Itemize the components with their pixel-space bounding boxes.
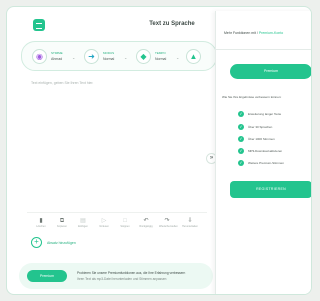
premium-banner-subtitle: Ihren Text als mp3-Datei herunterladen u…	[77, 277, 167, 281]
stop-button[interactable]: □ Stoppen	[117, 217, 133, 233]
speed-icon: ◆	[136, 49, 151, 64]
check-icon: ✓	[238, 148, 244, 154]
editor-toolbar: ▮ Löschen ⧉ Kopieren ▤ Einfügen ▷ Vorles…	[27, 212, 207, 232]
check-icon: ✓	[238, 136, 244, 142]
chevron-down-icon: ⌄	[72, 55, 76, 60]
redo-button[interactable]: ↷ Wiederherstellen	[159, 217, 178, 233]
check-icon: ✓	[238, 124, 244, 130]
play-button[interactable]: ▷ Vorlesen	[96, 217, 112, 233]
tts-card: Text zu Sprache ◉ STIMME Ahmad ⌄ ➜ MODUS…	[6, 6, 312, 295]
chevron-down-icon: ⌄	[124, 55, 128, 60]
delete-button[interactable]: ▮ Löschen	[33, 217, 49, 233]
voice-label: STIMME	[51, 51, 63, 55]
editor-placeholder[interactable]: Text einfügen, geben Sie Ihren Text hier…	[31, 81, 93, 85]
speed-label: TEMPO	[155, 51, 166, 55]
check-icon: ✓	[238, 160, 244, 166]
check-icon: ✓	[238, 111, 244, 117]
premium-banner: Premium Probieren Sie unsere Premiumfunk…	[19, 263, 213, 289]
divider	[216, 49, 311, 50]
copy-icon: ⧉	[59, 218, 65, 224]
menu-icon[interactable]	[33, 19, 45, 31]
download-icon: ⇩	[187, 218, 193, 224]
copy-button[interactable]: ⧉ Kopieren	[54, 217, 70, 233]
chevron-down-icon: ⌄	[176, 55, 180, 60]
premium-panel: Mehr Funktionen mit / Premium-Konto Prem…	[215, 11, 311, 294]
undo-icon: ↶	[143, 218, 149, 224]
paste-button[interactable]: ▤ Einfügen	[75, 217, 91, 233]
undo-button[interactable]: ↶ Rückgängig	[138, 217, 154, 233]
download-button[interactable]: ⇩ Herunterladen	[182, 217, 198, 233]
add-paragraph-label[interactable]: Absatz hinzufügen	[47, 241, 76, 245]
stop-icon: □	[123, 218, 127, 224]
premium-banner-button[interactable]: Premium	[27, 270, 67, 282]
settings-icon: ▲	[186, 49, 201, 64]
premium-banner-title: Probieren Sie unsere Premiumfunktionen a…	[77, 271, 186, 275]
mode-icon: ➜	[84, 49, 99, 64]
register-button[interactable]: REGISTRIEREN	[230, 181, 311, 198]
premium-button[interactable]: Premium	[230, 64, 311, 79]
mode-selector: ◉ STIMME Ahmad ⌄ ➜ MODUS Normal ⌄ ◆ TEMP…	[21, 41, 217, 71]
features-intro: Wie Sie Ihre Ergebnisse verbessern könne…	[222, 95, 282, 99]
speed-value: Normal	[155, 57, 167, 61]
panel-heading: Mehr Funktionen mit / Premium-Konto	[224, 31, 284, 35]
mode-value: Normal	[103, 57, 115, 61]
voice-value: Ahmad	[51, 57, 63, 61]
trash-icon: ▮	[39, 218, 43, 224]
voice-icon: ◉	[32, 49, 47, 64]
mode-label: MODUS	[103, 51, 115, 55]
paste-icon: ▤	[80, 218, 86, 224]
add-paragraph-icon[interactable]: +	[31, 237, 42, 248]
redo-icon: ↷	[164, 218, 170, 224]
play-icon: ▷	[101, 218, 107, 224]
premium-account-link[interactable]: Premium-Konto	[259, 31, 283, 35]
page-title: Text zu Sprache	[149, 21, 195, 27]
